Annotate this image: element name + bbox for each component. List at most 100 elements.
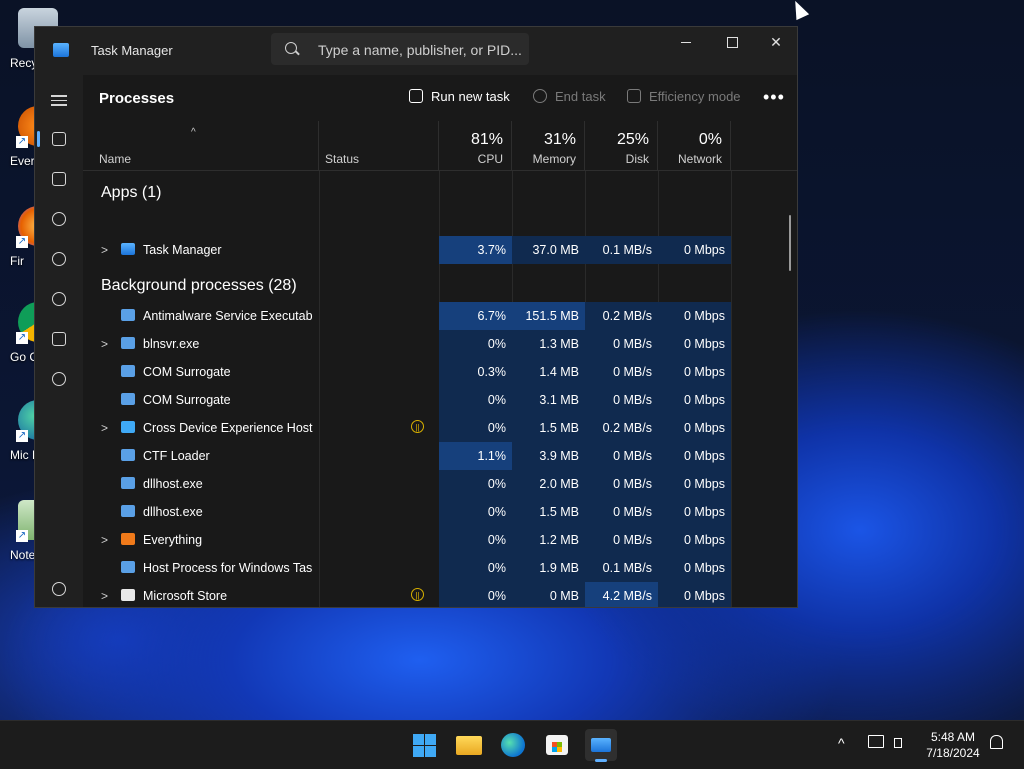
- navigation-rail: [35, 75, 83, 607]
- suspended-status-icon: ||: [411, 420, 424, 433]
- nav-app-history[interactable]: [39, 201, 79, 237]
- network-icon[interactable]: [868, 735, 884, 751]
- process-icon: [121, 533, 135, 545]
- clock[interactable]: 5:48 AM 7/18/2024: [918, 729, 988, 761]
- column-header-label: Name: [99, 152, 132, 166]
- disk-cell: 0.1 MB/s: [585, 236, 658, 264]
- edge-button[interactable]: [497, 729, 529, 761]
- disk-cell: 0 MB/s: [585, 358, 658, 386]
- network-icon-glyph: [868, 735, 884, 748]
- close-button[interactable]: ✕: [753, 27, 799, 59]
- users-icon: [52, 291, 66, 306]
- processes-page: Processes Run new task End task Efficien…: [83, 75, 797, 607]
- nav-performance[interactable]: [39, 161, 79, 197]
- expand-chevron-icon[interactable]: >: [101, 421, 108, 435]
- efficiency-mode-button[interactable]: Efficiency mode: [627, 89, 741, 104]
- minimize-button[interactable]: [663, 27, 709, 59]
- maximize-button[interactable]: [709, 27, 755, 59]
- group-header-apps: Apps (1): [101, 184, 162, 201]
- more-options-button[interactable]: •••: [763, 87, 787, 108]
- network-cell: 0 Mbps: [658, 498, 731, 526]
- expand-chevron-icon[interactable]: >: [101, 337, 108, 351]
- nav-users[interactable]: [39, 281, 79, 317]
- process-name: dllhost.exe: [143, 477, 203, 491]
- process-name: CTF Loader: [143, 449, 210, 463]
- column-header-memory[interactable]: 31% Memory: [512, 121, 585, 171]
- table-row[interactable]: dllhost.exe 0% 1.5 MB 0 MB/s 0 Mbps: [83, 498, 731, 526]
- process-name: dllhost.exe: [143, 505, 203, 519]
- folder-icon: [456, 736, 482, 755]
- microsoft-store-button[interactable]: [541, 729, 573, 761]
- column-header-network[interactable]: 0% Network: [658, 121, 731, 171]
- history-icon: [52, 211, 66, 226]
- disk-cell: 0.2 MB/s: [585, 302, 658, 330]
- performance-icon: [52, 171, 66, 186]
- table-row[interactable]: CTF Loader 1.1% 3.9 MB 0 MB/s 0 Mbps: [83, 442, 731, 470]
- table-row[interactable]: Antimalware Service Executabl... 6.7% 151.…: [83, 302, 731, 330]
- network-cell: 0 Mbps: [658, 330, 731, 358]
- nav-startup-apps[interactable]: [39, 241, 79, 277]
- nav-settings[interactable]: [39, 571, 79, 607]
- title-bar[interactable]: Task Manager Type a name, publisher, or …: [35, 27, 797, 75]
- start-button[interactable]: [408, 729, 440, 761]
- table-row[interactable]: dllhost.exe 0% 2.0 MB 0 MB/s 0 Mbps: [83, 470, 731, 498]
- column-header-label: Disk: [625, 152, 649, 166]
- windows-logo-icon: [413, 734, 424, 745]
- process-icon: [121, 365, 135, 377]
- expand-chevron-icon[interactable]: >: [101, 589, 108, 603]
- memory-cell: 1.5 MB: [512, 414, 585, 442]
- table-row[interactable]: Host Process for Windows Tasks 0% 1.9 MB 0.…: [83, 554, 731, 582]
- column-header-name[interactable]: ^ Name: [83, 121, 319, 171]
- table-row[interactable]: > Cross Device Experience Host || 0% 1.5 MB 0…: [83, 414, 731, 442]
- column-header-disk[interactable]: 25% Disk: [585, 121, 658, 171]
- task-manager-process-icon: [121, 243, 135, 255]
- shortcut-arrow-icon: ↗: [16, 530, 28, 542]
- process-icon: [121, 477, 135, 489]
- column-header-status[interactable]: Status: [319, 121, 439, 171]
- shortcut-arrow-icon: ↗: [16, 430, 28, 442]
- taskbar: ^ 5:48 AM 7/18/2024: [0, 720, 1024, 769]
- search-input[interactable]: Type a name, publisher, or PID...: [318, 42, 522, 58]
- table-row[interactable]: > Task Manager 3.7% 37.0 MB 0.1 MB/s 0 M…: [83, 236, 731, 264]
- maximize-icon: [727, 37, 738, 48]
- notifications-button[interactable]: [990, 735, 1003, 752]
- page-title: Processes: [99, 90, 175, 107]
- cpu-cell: 1.1%: [439, 442, 512, 470]
- end-task-button[interactable]: End task: [533, 89, 606, 104]
- cpu-cell: 0%: [439, 414, 512, 442]
- end-task-label: End task: [555, 89, 606, 104]
- network-cell: 0 Mbps: [658, 470, 731, 498]
- network-cell: 0 Mbps: [658, 442, 731, 470]
- details-list-icon: [52, 331, 66, 346]
- expand-chevron-icon[interactable]: >: [101, 533, 108, 547]
- command-bar: Processes Run new task End task Efficien…: [83, 75, 797, 121]
- table-row[interactable]: > Microsoft Store || 0% 0 MB 4.2 MB/s 0 Mbps: [83, 582, 731, 607]
- cpu-cell: 0%: [439, 582, 512, 607]
- volume-icon[interactable]: [894, 735, 902, 751]
- table-row[interactable]: COM Surrogate 0% 3.1 MB 0 MB/s 0 Mbps: [83, 386, 731, 414]
- process-icon: [121, 421, 135, 433]
- task-manager-taskbar-button[interactable]: [585, 729, 617, 762]
- sort-ascending-icon: ^: [191, 127, 196, 138]
- table-row[interactable]: > blnsvr.exe 0% 1.3 MB 0 MB/s 0 Mbps: [83, 330, 731, 358]
- nav-services[interactable]: [39, 361, 79, 397]
- gear-icon: [52, 581, 66, 596]
- column-divider: [731, 171, 732, 607]
- disk-cell: 0 MB/s: [585, 498, 658, 526]
- memory-cell: 37.0 MB: [512, 236, 585, 264]
- column-header-label: Status: [325, 152, 360, 166]
- file-explorer-button[interactable]: [453, 729, 485, 761]
- expand-chevron-icon[interactable]: >: [101, 243, 108, 257]
- cpu-cell: 0%: [439, 330, 512, 358]
- table-row[interactable]: > Everything 0% 1.2 MB 0 MB/s 0 Mbps: [83, 526, 731, 554]
- group-header-background: Background processes (28): [101, 277, 297, 294]
- nav-details[interactable]: [39, 321, 79, 357]
- vertical-scrollbar[interactable]: [789, 215, 791, 271]
- table-row[interactable]: COM Surrogate 0.3% 1.4 MB 0 MB/s 0 Mbps: [83, 358, 731, 386]
- header-divider: [83, 170, 797, 171]
- column-header-cpu[interactable]: 81% CPU: [439, 121, 512, 171]
- suspended-status-icon: ||: [411, 588, 424, 601]
- show-hidden-icons-button[interactable]: ^: [838, 735, 845, 751]
- nav-processes[interactable]: [37, 121, 79, 157]
- run-new-task-button[interactable]: Run new task: [409, 89, 510, 104]
